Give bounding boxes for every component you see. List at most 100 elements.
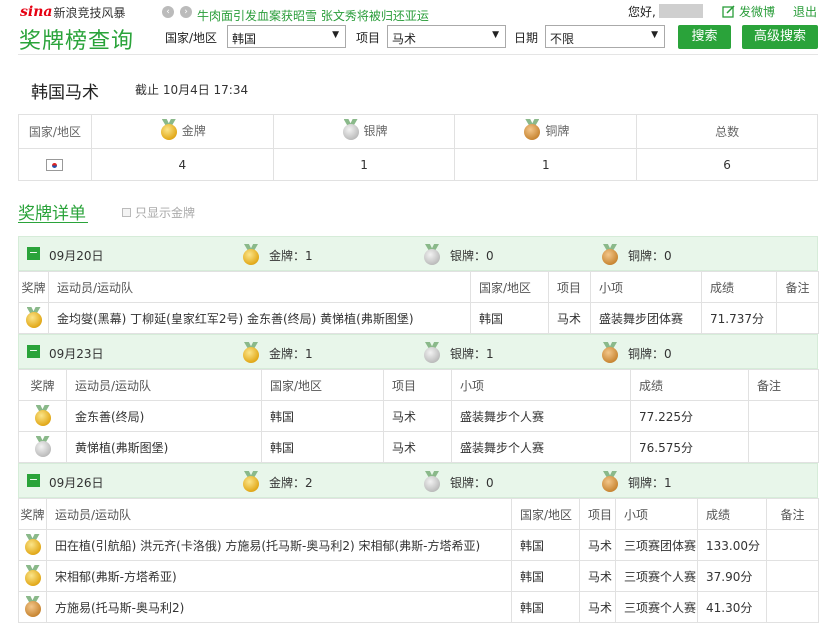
day-gold-count: 金牌：1 (241, 244, 313, 266)
collapse-icon[interactable]: − (27, 345, 40, 358)
title-divider (18, 54, 818, 55)
day-medal-table: 奖牌 运动员/运动队 国家/地区 项目 小项 成绩 备注 田在植(引航船) 洪元… (18, 498, 819, 623)
country-select[interactable]: 韩国 ▼ (227, 25, 346, 48)
as-of-timestamp: 截止 10月4日 17:34 (135, 83, 249, 97)
summary-total-count: 6 (636, 148, 818, 181)
gold-medal-icon (24, 307, 44, 329)
col-header-event: 项目 (579, 498, 616, 530)
col-header-medal: 奖牌 (18, 498, 47, 530)
country-filter-label: 国家/地区 (165, 31, 218, 45)
date-filter-label: 日期 (514, 31, 539, 45)
summary-gold-count: 4 (90, 148, 274, 181)
table-row: 金东善(终局) 韩国 马术 盛装舞步个人赛 77.225分 (18, 400, 819, 432)
col-header-athlete: 运动员/运动队 (66, 369, 262, 401)
page-title: 奖牌榜查询 (19, 29, 135, 54)
gold-medal-icon (33, 405, 53, 427)
col-header-athlete: 运动员/运动队 (46, 498, 512, 530)
col-header-score: 成绩 (630, 369, 749, 401)
summary-bronze-count: 1 (454, 148, 638, 181)
col-header-event: 项目 (548, 271, 591, 303)
athlete-cell: 宋相郁(弗斯-方塔希亚) (46, 560, 512, 592)
collapse-icon[interactable]: − (27, 474, 40, 487)
col-header-country: 国家/地区 (470, 271, 549, 303)
col-header-event: 项目 (383, 369, 452, 401)
athlete-cell: 金均燮(黑幕) 丁柳延(皇家红军2号) 金东善(终局) 黄悌植(弗斯图堡) (48, 302, 471, 334)
col-header-sub: 小项 (590, 271, 702, 303)
day-header: − 09月26日 金牌：2 银牌：0 铜牌：1 (18, 463, 818, 498)
event-select[interactable]: 马术 ▼ (387, 25, 506, 48)
summary-header-gold: 金牌 (90, 114, 274, 149)
athlete-cell: 金东善(终局) (66, 400, 262, 432)
logout-link[interactable]: 退出 (793, 3, 817, 20)
gold-only-checkbox[interactable] (122, 208, 131, 217)
bronze-medal-icon (600, 471, 620, 493)
day-header: − 09月23日 金牌：1 银牌：1 铜牌：0 (18, 334, 818, 369)
medal-cell (18, 431, 67, 463)
summary-header-bronze: 铜牌 (454, 114, 638, 149)
collapse-icon[interactable]: − (27, 247, 40, 260)
event-cell: 马术 (579, 591, 616, 623)
medal-cell (18, 400, 67, 432)
gold-medal-icon (159, 119, 179, 141)
medal-cell (18, 302, 49, 334)
prev-arrow-icon[interactable]: ‹ (162, 6, 174, 18)
day-section: − 09月20日 金牌：1 银牌：0 铜牌：0 奖牌 运动员/运动队 国家/地区… (18, 236, 819, 334)
silver-medal-icon (422, 244, 442, 266)
note-cell (766, 529, 819, 561)
medal-summary-table: 国家/地区 金牌 银牌 铜牌 总数 4 1 1 6 (18, 114, 818, 181)
athlete-cell: 黄悌植(弗斯图堡) (66, 431, 262, 463)
sina-logo[interactable]: sina 新浪竞技风暴 (20, 2, 125, 22)
date-select-value: 不限 (550, 32, 575, 46)
score-cell: 41.30分 (697, 591, 767, 623)
day-header: − 09月20日 金牌：1 银牌：0 铜牌：0 (18, 236, 818, 271)
col-header-medal: 奖牌 (18, 271, 49, 303)
sub-event-cell: 三项赛个人赛 (615, 560, 698, 592)
logo-text: 新浪竞技风暴 (53, 5, 126, 20)
chevron-down-icon: ▼ (332, 30, 339, 40)
medal-cell (18, 529, 47, 561)
note-cell (766, 560, 819, 592)
bronze-medal-icon (522, 119, 542, 141)
event-filter-label: 项目 (356, 31, 381, 45)
summary-header-silver: 银牌 (272, 114, 456, 149)
day-date: 09月26日 (49, 476, 104, 490)
score-cell: 77.225分 (630, 400, 749, 432)
post-weibo-link[interactable]: 发微博 (722, 3, 775, 20)
day-bronze-count: 铜牌：0 (600, 244, 672, 266)
summary-header-total: 总数 (636, 114, 818, 149)
medal-cell (18, 560, 47, 592)
gold-only-toggle[interactable]: 只显示金牌 (122, 204, 195, 221)
news-ticker-link[interactable]: 牛肉面引发血案获昭雪 张文秀将被归还亚运 (197, 7, 429, 24)
korea-flag-icon (46, 159, 64, 171)
col-header-medal: 奖牌 (18, 369, 67, 401)
logo-brand: sina (20, 4, 53, 20)
greeting-text: 您好, (628, 5, 656, 19)
country-cell: 韩国 (511, 560, 580, 592)
edit-icon (722, 5, 735, 18)
date-select[interactable]: 不限 ▼ (545, 25, 665, 48)
col-header-note: 备注 (748, 369, 819, 401)
day-date: 09月23日 (49, 347, 104, 361)
advanced-search-button[interactable]: 高级搜索 (742, 25, 818, 49)
summary-title: 韩国马术 (31, 83, 99, 103)
country-cell: 韩国 (511, 591, 580, 623)
table-row: 田在植(引航船) 洪元齐(卡洛俄) 方施易(托马斯-奥马利2) 宋相郁(弗斯-方… (18, 529, 819, 561)
summary-header-country: 国家/地区 (18, 114, 92, 149)
day-medal-table: 奖牌 运动员/运动队 国家/地区 项目 小项 成绩 备注 金东善(终局) 韩国 … (18, 369, 819, 463)
search-button[interactable]: 搜索 (678, 25, 731, 49)
sub-event-cell: 三项赛个人赛 (615, 591, 698, 623)
col-header-athlete: 运动员/运动队 (48, 271, 471, 303)
col-header-sub: 小项 (451, 369, 631, 401)
bronze-medal-icon (600, 244, 620, 266)
gold-medal-icon (241, 342, 261, 364)
col-header-note: 备注 (766, 498, 819, 530)
silver-medal-icon (33, 436, 53, 458)
gold-medal-icon (23, 534, 43, 556)
col-header-country: 国家/地区 (511, 498, 580, 530)
next-arrow-icon[interactable]: › (180, 6, 192, 18)
col-header-score: 成绩 (697, 498, 767, 530)
event-cell: 马术 (383, 431, 452, 463)
chevron-down-icon: ▼ (651, 30, 658, 40)
event-cell: 马术 (383, 400, 452, 432)
silver-medal-icon (422, 471, 442, 493)
